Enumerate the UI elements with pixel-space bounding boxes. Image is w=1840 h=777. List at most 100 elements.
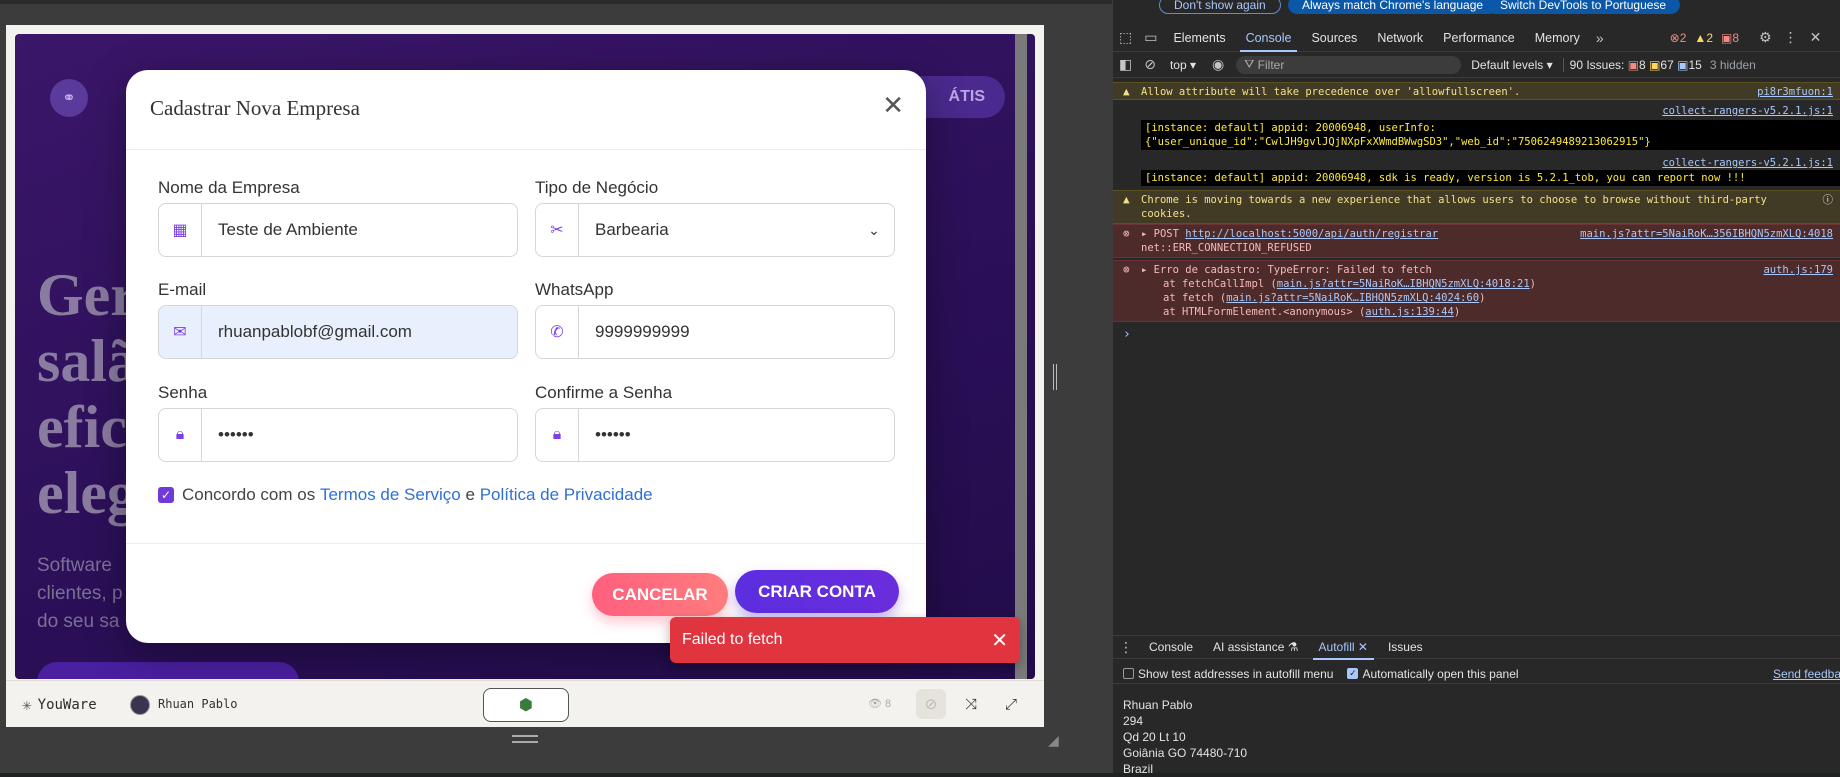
source-link[interactable]: pi8r3mfuon:1 — [1757, 85, 1833, 99]
close-icon[interactable]: ✕ — [1358, 640, 1368, 654]
hero-cta-bottom[interactable] — [37, 662, 299, 679]
bottom-resize-handle[interactable] — [512, 735, 538, 743]
cancel-button[interactable]: CANCELAR — [592, 573, 728, 616]
whatsapp-input[interactable]: 9999999999 — [579, 306, 894, 358]
log-output: [instance: default] appid: 20006948, use… — [1141, 120, 1840, 150]
console-prompt[interactable]: › — [1123, 327, 1131, 342]
devtools-tabbar: ⬚ ▭ Elements Console Sources Network Per… — [1113, 24, 1840, 52]
stack-paren: ) — [1479, 292, 1486, 304]
tab-console[interactable]: Console — [1236, 24, 1302, 52]
drawer-tab-console[interactable]: Console — [1139, 635, 1203, 659]
tab-network[interactable]: Network — [1367, 24, 1433, 52]
confirm-input[interactable]: •••••• — [579, 409, 894, 461]
auto-open-checkbox[interactable]: ✓ — [1347, 668, 1359, 679]
modal-divider — [126, 149, 926, 150]
issues-summary[interactable]: 90 Issues: ▣8 ▣67 ▣15 — [1562, 57, 1702, 72]
gear-icon[interactable]: ⚙ — [1753, 29, 1778, 46]
panel-resize-handle[interactable] — [1053, 364, 1057, 390]
preview-panel: ⚭ ÁTIS Ger salã efic eleg Software clien… — [0, 0, 1112, 773]
views-value: 8 — [885, 698, 892, 710]
request-url[interactable]: http://localhost:5000/api/auth/registrar — [1185, 228, 1438, 240]
stack-link[interactable]: main.js?attr=5NaiRoK…IBHQN5zmXLQ:4024:60 — [1226, 292, 1479, 304]
user-name[interactable]: Rhuan Pablo — [158, 697, 237, 711]
email-field[interactable]: ✉ rhuanpablobf@gmail.com — [158, 305, 518, 359]
stack-frame: at fetch ( — [1163, 292, 1227, 304]
terms-link[interactable]: Termos de Serviço — [320, 485, 461, 505]
error-count-icon[interactable]: ⊗2 — [1670, 31, 1687, 45]
whatsapp-field[interactable]: ✆ 9999999999 — [535, 305, 895, 359]
password-field[interactable]: 🔒︎ •••••• — [158, 408, 518, 462]
expand-icon[interactable]: ⤢ — [996, 689, 1026, 719]
company-input[interactable]: Teste de Ambiente — [202, 204, 517, 256]
expand-arrow-icon[interactable]: ▸ — [1141, 264, 1154, 276]
tab-elements[interactable]: Elements — [1163, 24, 1235, 52]
stack-link[interactable]: auth.js:139:44 — [1365, 306, 1454, 318]
tab-sources[interactable]: Sources — [1301, 24, 1367, 52]
drawer-menu-icon[interactable]: ⋮ — [1113, 639, 1139, 656]
autofill-address: Rhuan Pablo 294 Qd 20 Lt 10 Goiânia GO 7… — [1123, 697, 1247, 777]
error-text: Erro de cadastro: TypeError: Failed to f… — [1153, 264, 1432, 276]
filter-input[interactable]: ⛛ Filter — [1236, 55, 1462, 74]
source-link[interactable]: auth.js:179 — [1763, 263, 1833, 277]
source-link[interactable]: collect-rangers-v5.2.1.js:1 — [1662, 156, 1833, 170]
eye-icon[interactable]: ◉ — [1206, 56, 1230, 73]
terms-checkbox[interactable]: ✓ — [158, 487, 174, 503]
password-input[interactable]: •••••• — [202, 409, 517, 461]
status-button[interactable]: ⊘ — [916, 689, 946, 719]
match-language-button[interactable]: Always match Chrome's language — [1288, 0, 1498, 14]
warning-count-icon[interactable]: ▲2 — [1694, 31, 1713, 45]
close-icon[interactable]: ✕ — [1804, 29, 1828, 46]
log-line: {"user_unique_id":"CwlJH9gvlJQjNXpFxXWmd… — [1145, 136, 1651, 148]
device-toolbar-icon[interactable]: ▭ — [1138, 29, 1163, 46]
drawer-tab-autofill[interactable]: Autofill ✕ — [1309, 635, 1378, 660]
create-account-button[interactable]: CRIAR CONTA — [735, 570, 899, 613]
close-icon[interactable]: ✕ — [991, 628, 1008, 653]
console-messages: ▲ Allow attribute will take precedence o… — [1113, 78, 1840, 630]
corner-resize-icon[interactable]: ◢ — [1048, 732, 1059, 749]
avatar[interactable] — [130, 695, 150, 715]
hero-line: salã — [37, 328, 138, 394]
shuffle-icon[interactable]: ⤨ — [956, 689, 986, 719]
console-warning: ▲ Allow attribute will take precedence o… — [1113, 82, 1840, 100]
dont-show-button[interactable]: Don't show again — [1159, 0, 1281, 14]
send-feedback-link[interactable]: Send feedba — [1773, 667, 1840, 681]
chevron-down-icon: ⌄ — [868, 221, 880, 238]
console-warning: ▲ Chrome is moving towards a new experie… — [1113, 190, 1840, 224]
tab-memory[interactable]: Memory — [1525, 24, 1590, 52]
expand-arrow-icon[interactable]: ▸ — [1141, 228, 1154, 240]
youware-logo-icon: ✳ — [22, 695, 32, 714]
cube-button[interactable]: ⬢ — [483, 688, 569, 722]
stack-link[interactable]: main.js?attr=5NaiRoK…IBHQN5zmXLQ:4018:21 — [1277, 278, 1530, 290]
inspect-icon[interactable]: ⬚ — [1113, 29, 1138, 46]
brand-name: YouWare — [37, 696, 97, 713]
issue-count-icon[interactable]: ▣8 — [1721, 31, 1739, 45]
kebab-menu-icon[interactable]: ⋮ — [1778, 29, 1804, 46]
privacy-link[interactable]: Política de Privacidade — [480, 485, 653, 505]
devtools-panel: Don't show again Always match Chrome's l… — [1112, 0, 1840, 776]
issue-warning-count: 67 — [1660, 57, 1674, 72]
type-select[interactable]: ✂ Barbearia ⌄ — [535, 203, 895, 257]
youware-brand[interactable]: ✳ YouWare — [22, 695, 97, 714]
tab-performance[interactable]: Performance — [1433, 24, 1525, 52]
show-test-checkbox[interactable] — [1123, 668, 1134, 679]
info-icon[interactable]: ⓘ — [1823, 193, 1834, 207]
context-select[interactable]: top ▾ — [1170, 58, 1196, 72]
console-error: ⊗ ▸ POST http://localhost:5000/api/auth/… — [1113, 224, 1840, 258]
clear-console-icon[interactable]: ⊘ — [1138, 56, 1162, 73]
company-field[interactable]: ▦ Teste de Ambiente — [158, 203, 518, 257]
issue-info-icon: ▣ — [1677, 57, 1689, 72]
site-scrollbar[interactable] — [1015, 34, 1027, 679]
switch-language-button[interactable]: Switch DevTools to Portuguese — [1486, 0, 1681, 14]
close-icon[interactable]: ✕ — [882, 92, 904, 118]
email-input[interactable]: rhuanpablobf@gmail.com — [202, 306, 517, 358]
lock-icon: 🔒︎ — [536, 409, 579, 461]
levels-select[interactable]: Default levels ▾ — [1471, 58, 1552, 72]
more-tabs-icon[interactable]: » — [1590, 30, 1610, 46]
sidebar-toggle-icon[interactable]: ◧ — [1113, 56, 1138, 73]
whatsapp-icon: ✆ — [536, 306, 579, 358]
source-link[interactable]: main.js?attr=5NaiRoK…356IBHQN5zmXLQ:4018 — [1580, 227, 1833, 241]
drawer-tab-ai[interactable]: AI assistance ⚗ — [1203, 635, 1308, 659]
source-link[interactable]: collect-rangers-v5.2.1.js:1 — [1662, 104, 1833, 118]
confirm-field[interactable]: 🔒︎ •••••• — [535, 408, 895, 462]
drawer-tab-issues[interactable]: Issues — [1378, 635, 1433, 659]
